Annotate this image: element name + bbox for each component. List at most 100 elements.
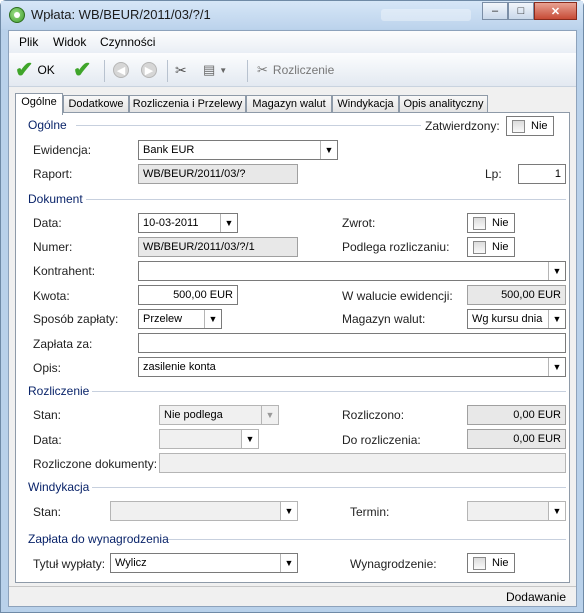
chevron-down-icon[interactable]: ▼: [280, 554, 297, 572]
section-divider: [76, 125, 421, 126]
sposob-select[interactable]: Przelew ▼: [138, 309, 222, 329]
title-bar[interactable]: Wpłata: WB/BEUR/2011/03/?/1 – □ ✕: [1, 1, 583, 29]
rozliczone-dokumenty-field: [159, 453, 566, 473]
tab-magazyn[interactable]: Magazyn walut: [246, 95, 332, 113]
arrow-right-icon: ▶: [141, 62, 157, 78]
tytul-select[interactable]: Wylicz ▼: [110, 553, 298, 573]
chevron-down-icon[interactable]: ▼: [548, 310, 565, 328]
tab-ogolne[interactable]: Ogólne: [15, 93, 63, 115]
close-button[interactable]: ✕: [534, 2, 577, 20]
window-client: Plik Widok Czynności ✔ OK ✔ ◀ ▶ ✂ ▤ ▼ ✂ R…: [8, 30, 577, 607]
chevron-down-icon[interactable]: ▼: [204, 310, 221, 328]
opis-label: Opis:: [33, 361, 62, 375]
checkmark-icon: ✔: [15, 57, 34, 82]
data-value: 10-03-2011: [143, 217, 199, 229]
numer-label: Numer:: [33, 240, 73, 254]
print-button[interactable]: ▤ ▼: [203, 59, 227, 81]
windykacja-stan-label: Stan:: [33, 505, 62, 519]
toolbar-separator: [167, 60, 168, 82]
rozliczone-dokumenty-label: Rozliczone dokumenty:: [33, 457, 158, 471]
chevron-down-icon: ▼: [280, 502, 297, 520]
chevron-down-icon[interactable]: ▼: [548, 262, 565, 280]
zwrot-label: Zwrot:: [342, 216, 376, 230]
tab-opis[interactable]: Opis analityczny: [399, 95, 488, 113]
walucie-label: W walucie ewidencji:: [342, 289, 453, 303]
tab-dodatkowe[interactable]: Dodatkowe: [63, 95, 129, 113]
magazyn-label: Magazyn walut:: [342, 312, 426, 326]
application-window: Wpłata: WB/BEUR/2011/03/?/1 – □ ✕ Plik W…: [0, 0, 584, 613]
settle-icon: ✂: [257, 62, 268, 77]
app-icon: [9, 7, 25, 23]
raport-label: Raport:: [33, 167, 73, 181]
save-and-new-button[interactable]: ✔: [73, 59, 91, 81]
kontrahent-select[interactable]: ▼: [138, 261, 566, 281]
status-mode: Dodawanie: [505, 590, 566, 604]
lp-input[interactable]: 1: [518, 164, 566, 184]
tab-panel-ogolne: Ogólne Zatwierdzony: Nie Ewidencja: Bank…: [15, 112, 570, 583]
tab-rozliczenia[interactable]: Rozliczenia i Przelewy: [129, 95, 246, 113]
do-rozliczenia-field: 0,00 EUR: [467, 429, 566, 449]
toolbar-separator: [247, 60, 248, 82]
lp-label: Lp:: [485, 167, 502, 181]
rozliczono-label: Rozliczono:: [342, 408, 405, 422]
ewidencja-select[interactable]: Bank EUR ▼: [138, 140, 338, 160]
menu-widok[interactable]: Widok: [53, 35, 86, 49]
data-label: Data:: [33, 216, 62, 230]
previous-button[interactable]: ◀: [113, 59, 129, 81]
chevron-down-icon[interactable]: ▼: [548, 358, 565, 376]
chevron-down-icon: ▼: [241, 430, 258, 448]
ok-button[interactable]: ✔ OK: [15, 59, 55, 81]
next-button[interactable]: ▶: [141, 59, 157, 81]
rozliczenie-label: Rozliczenie: [272, 63, 335, 77]
menu-bar: Plik Widok Czynności: [9, 31, 576, 53]
minimize-button[interactable]: –: [482, 2, 508, 20]
do-rozliczenia-label: Do rozliczenia:: [342, 433, 421, 447]
section-rozliczenie: Rozliczenie: [28, 384, 90, 398]
chevron-down-icon[interactable]: ▼: [220, 214, 237, 232]
data-date-picker[interactable]: 10-03-2011 ▼: [138, 213, 238, 233]
toolbar: ✔ OK ✔ ◀ ▶ ✂ ▤ ▼ ✂ Rozliczenie: [9, 53, 576, 87]
tools-icon: ✂: [175, 61, 187, 78]
opis-select[interactable]: zasilenie konta ▼: [138, 357, 566, 377]
menu-plik[interactable]: Plik: [19, 35, 38, 49]
printer-icon: ▤: [203, 62, 216, 77]
opis-value: zasilenie konta: [143, 361, 216, 373]
tytul-value: Wylicz: [115, 557, 147, 569]
sposob-label: Sposób zapłaty:: [33, 312, 119, 326]
section-divider: [92, 487, 566, 488]
rozl-data-label: Data:: [33, 433, 62, 447]
title-bar-glare: [381, 9, 471, 21]
section-divider: [86, 199, 566, 200]
section-divider: [168, 539, 566, 540]
rozliczono-field: 0,00 EUR: [467, 405, 566, 425]
ok-label: OK: [37, 63, 55, 77]
section-windykacja: Windykacja: [28, 480, 90, 494]
wynagrodzenie-label: Wynagrodzenie:: [350, 557, 437, 571]
zaplata-input[interactable]: [138, 333, 566, 353]
podlega-checkbox[interactable]: Nie: [467, 237, 515, 257]
checkmark-add-icon: ✔: [73, 57, 92, 82]
arrow-left-icon: ◀: [113, 62, 129, 78]
window-title: Wpłata: WB/BEUR/2011/03/?/1: [31, 7, 211, 22]
maximize-button[interactable]: □: [508, 2, 534, 20]
tools-button[interactable]: ✂: [175, 59, 187, 81]
sposob-value: Przelew: [143, 313, 183, 325]
rozliczenie-button[interactable]: ✂ Rozliczenie: [257, 59, 334, 81]
zaplata-label: Zapłata za:: [33, 337, 93, 351]
tab-windykacja[interactable]: Windykacja: [332, 95, 399, 113]
wynagrodzenie-checkbox[interactable]: Nie: [467, 553, 515, 573]
termin-select: ▼: [467, 501, 566, 521]
menu-czynnosci[interactable]: Czynności: [100, 35, 155, 49]
toolbar-separator: [104, 60, 105, 82]
chevron-down-icon[interactable]: ▼: [320, 141, 337, 159]
raport-field: WB/BEUR/2011/03/?: [138, 164, 298, 184]
chevron-down-icon: ▼: [548, 502, 565, 520]
rozl-stan-label: Stan:: [33, 408, 62, 422]
zwrot-checkbox[interactable]: Nie: [467, 213, 515, 233]
kwota-input[interactable]: 500,00 EUR: [138, 285, 238, 305]
termin-label: Termin:: [350, 505, 390, 519]
magazyn-select[interactable]: Wg kursu dnia ▼: [467, 309, 566, 329]
ewidencja-label: Ewidencja:: [33, 143, 92, 157]
zatwierdzony-checkbox[interactable]: Nie: [506, 116, 554, 136]
chevron-down-icon: ▼: [261, 406, 278, 424]
